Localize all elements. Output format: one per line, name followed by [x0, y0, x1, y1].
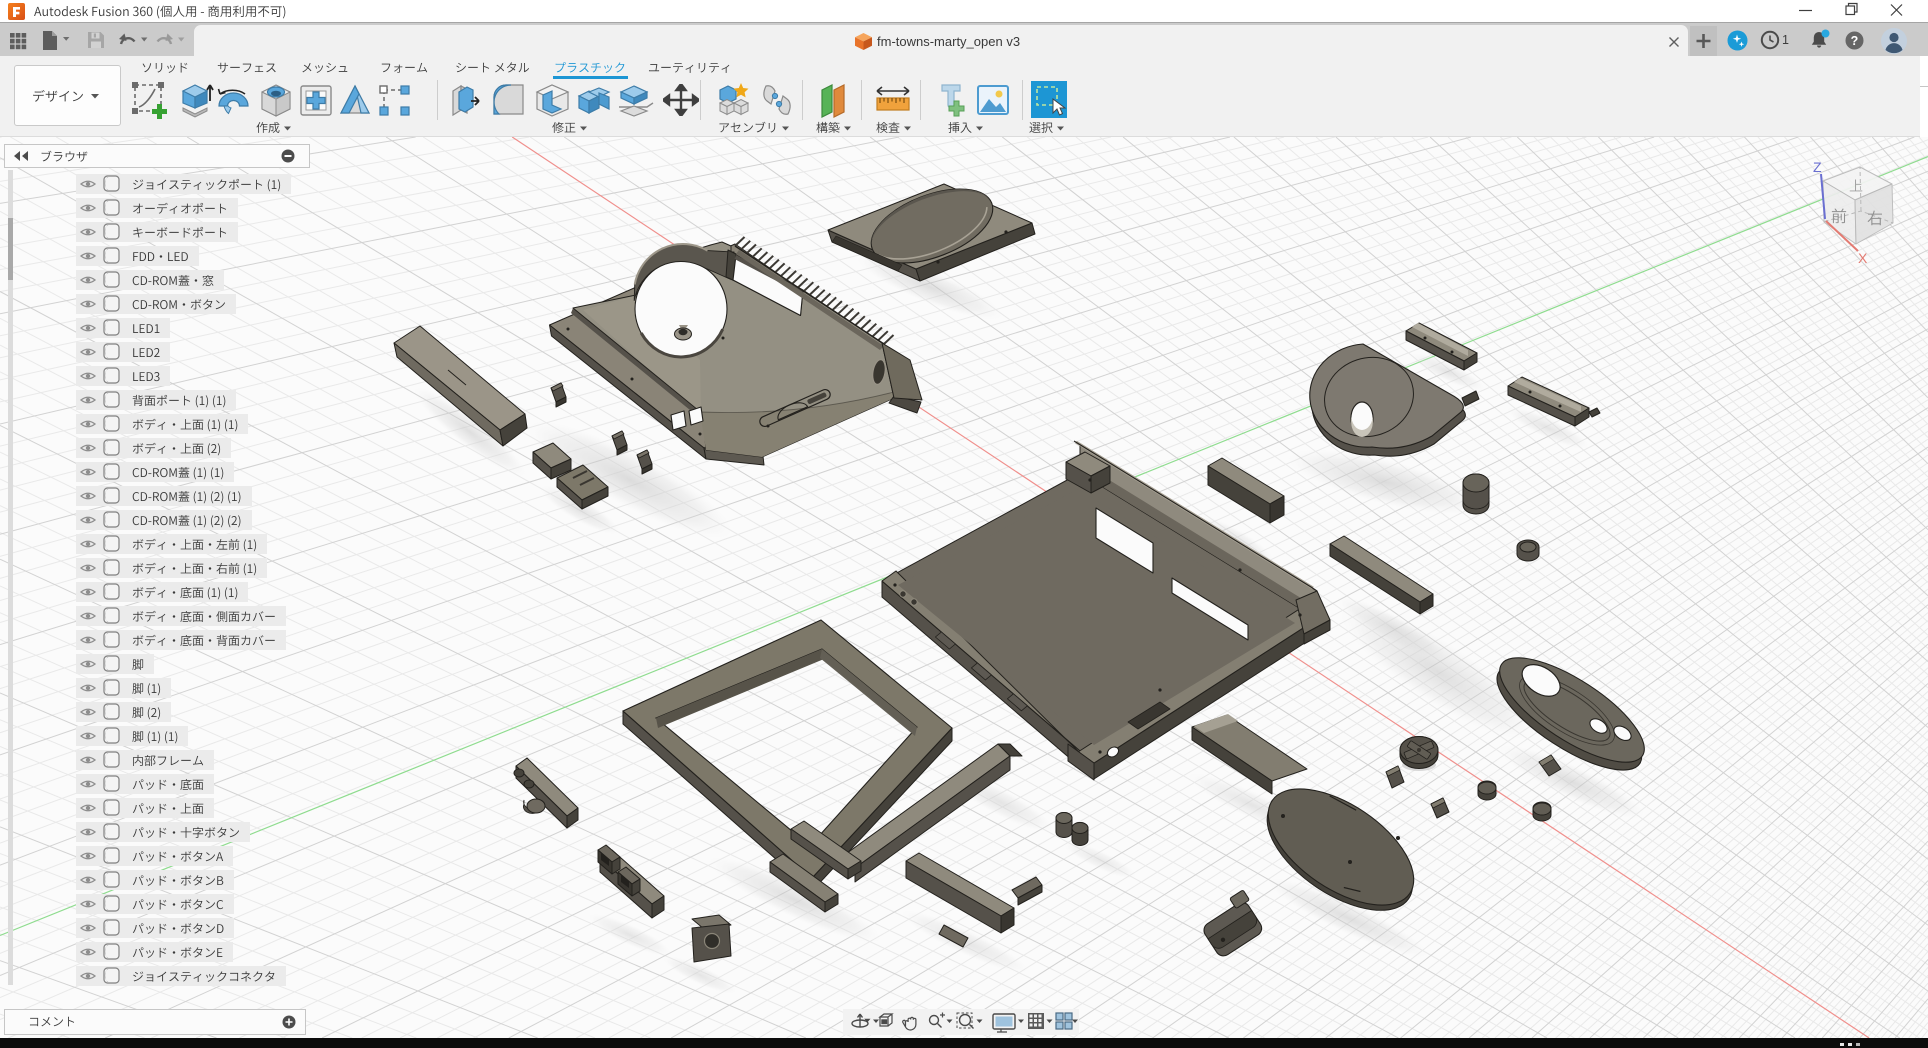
svg-text:X: X: [1858, 250, 1868, 266]
svg-text:Z: Z: [1813, 159, 1822, 175]
